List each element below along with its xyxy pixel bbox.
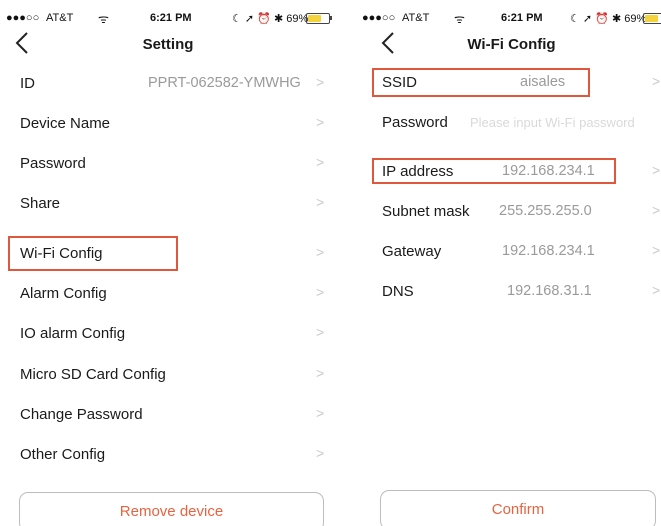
battery-icon — [306, 13, 332, 24]
wifi-icon: ᯤ — [454, 12, 465, 26]
field-password[interactable]: Password Please input Wi-Fi password — [362, 103, 661, 143]
wifi-config-highlight — [8, 236, 178, 271]
status-icons: ☾ ➚ ⏰ ✱ 69% — [232, 13, 309, 25]
row-label: ID — [20, 75, 35, 92]
settings-row-io-alarm-config[interactable]: IO alarm Config > — [0, 314, 336, 354]
dns-value[interactable]: 192.168.31.1 — [507, 283, 592, 299]
wifi-config-screen: ●●●○○ AT&T ᯤ 6:21 PM ☾ ➚ ⏰ ✱ 69% Wi-Fi C… — [362, 0, 661, 526]
field-gateway[interactable]: Gateway 192.168.234.1 > — [362, 232, 661, 272]
row-label: Alarm Config — [20, 285, 107, 302]
chevron-right-icon: > — [652, 282, 661, 298]
row-value: PPRT-062582-YMWHG — [148, 75, 301, 91]
navigation-bar: Wi-Fi Config — [362, 30, 661, 60]
status-time: 6:21 PM — [501, 12, 543, 24]
status-icons: ☾ ➚ ⏰ ✱ 69% — [570, 13, 647, 25]
chevron-right-icon: > — [316, 74, 325, 90]
field-dns[interactable]: DNS 192.168.31.1 > — [362, 272, 661, 312]
field-label: Password — [382, 114, 448, 131]
chevron-right-icon: > — [652, 162, 661, 178]
status-time: 6:21 PM — [150, 12, 192, 24]
settings-row-micro-sd-config[interactable]: Micro SD Card Config > — [0, 355, 336, 395]
wifi-icon: ᯤ — [98, 12, 109, 26]
chevron-right-icon: > — [316, 114, 325, 130]
gateway-value[interactable]: 192.168.234.1 — [502, 243, 595, 259]
chevron-right-icon: > — [316, 244, 325, 260]
settings-row-password[interactable]: Password > — [0, 144, 336, 184]
remove-device-button[interactable]: Remove device — [19, 492, 324, 526]
settings-screen: ●●●○○ AT&T ᯤ 6:21 PM ☾ ➚ ⏰ ✱ 69% Setting… — [0, 0, 336, 526]
chevron-right-icon: > — [316, 284, 325, 300]
row-label: Share — [20, 195, 61, 212]
field-label: Subnet mask — [382, 203, 470, 220]
chevron-right-icon: > — [316, 324, 325, 340]
confirm-button[interactable]: Confirm — [380, 490, 656, 526]
carrier-label: AT&T — [46, 12, 74, 24]
row-label: Other Config — [20, 446, 106, 463]
signal-icon: ●●●○○ — [6, 12, 40, 24]
subnet-mask-value[interactable]: 255.255.255.0 — [499, 203, 592, 219]
chevron-right-icon: > — [316, 365, 325, 381]
settings-row-other-config[interactable]: Other Config > — [0, 435, 336, 475]
settings-row-share[interactable]: Share > — [0, 184, 336, 224]
chevron-right-icon: > — [652, 242, 661, 258]
chevron-right-icon: > — [652, 202, 661, 218]
row-label: Device Name — [20, 115, 111, 132]
field-label: Gateway — [382, 243, 442, 260]
chevron-right-icon: > — [316, 194, 325, 210]
page-title: Setting — [142, 36, 194, 53]
row-label: Micro SD Card Config — [20, 366, 166, 383]
ip-address-highlight — [372, 158, 616, 184]
row-label: Change Password — [20, 406, 143, 423]
settings-row-alarm-config[interactable]: Alarm Config > — [0, 274, 336, 314]
row-label: IO alarm Config — [20, 325, 126, 342]
carrier-label: AT&T — [402, 12, 430, 24]
ssid-highlight — [372, 68, 590, 97]
battery-icon — [643, 13, 661, 24]
settings-row-change-password[interactable]: Change Password > — [0, 395, 336, 435]
chevron-right-icon: > — [316, 405, 325, 421]
row-label: Password — [20, 155, 86, 172]
page-title: Wi-Fi Config — [467, 36, 556, 53]
settings-row-id[interactable]: ID PPRT-062582-YMWHG > — [0, 64, 336, 104]
settings-row-device-name[interactable]: Device Name > — [0, 104, 336, 144]
signal-icon: ●●●○○ — [362, 12, 396, 24]
field-subnet-mask[interactable]: Subnet mask 255.255.255.0 > — [362, 192, 661, 232]
field-label: DNS — [382, 283, 414, 300]
chevron-right-icon: > — [652, 73, 661, 89]
chevron-right-icon: > — [316, 445, 325, 461]
chevron-right-icon: > — [316, 154, 325, 170]
navigation-bar: Setting — [0, 30, 336, 60]
password-input[interactable]: Please input Wi-Fi password — [470, 115, 635, 130]
